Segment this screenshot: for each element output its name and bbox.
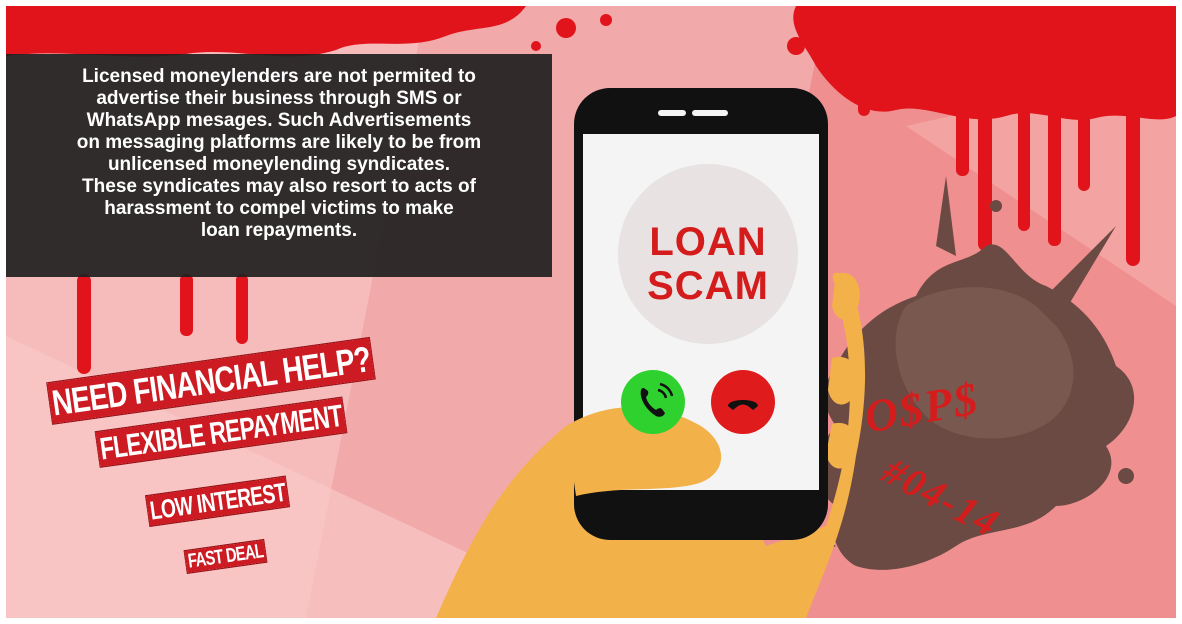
info-text: Licensed moneylenders are not permited t… — [20, 66, 538, 242]
info-line: loan repayments. — [200, 220, 358, 241]
loan-scam-line: SCAM — [647, 264, 769, 308]
info-line: on messaging platforms are likely to be … — [76, 132, 482, 153]
poster: Licensed moneylenders are not permited t… — [6, 6, 1176, 618]
info-line: unlicensed moneylending syndicates. — [107, 154, 451, 175]
loan-scam-line: LOAN — [649, 220, 767, 264]
loan-scam-label: LOAN SCAM — [618, 220, 798, 308]
info-line: harassment to compel victims to make — [104, 198, 454, 219]
call-accept-button[interactable] — [621, 370, 685, 434]
info-line: These syndicates may also resort to acts… — [82, 176, 476, 197]
info-line: Licensed moneylenders are not permited t… — [82, 66, 476, 87]
info-line: advertise their business through SMS or — [96, 88, 462, 109]
info-line: WhatsApp mesages. Such Advertisements — [86, 110, 472, 131]
